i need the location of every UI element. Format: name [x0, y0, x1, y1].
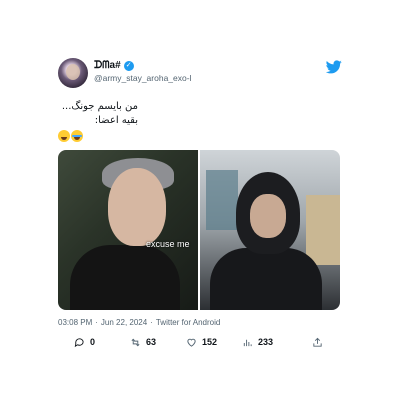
tweet-text: من بایسم جونگ... بقیه اعضا: [58, 100, 138, 128]
reply-icon [74, 337, 84, 347]
reply-count: 0 [90, 337, 96, 347]
tweet-timestamp[interactable]: 03:08 PM · Jun 22, 2024 · Twitter for An… [58, 318, 342, 327]
photo-right-background-shape [206, 170, 238, 230]
photo-right-background-shelf [306, 195, 340, 265]
like-count: 152 [202, 337, 218, 347]
timestamp-separator: · [150, 318, 153, 327]
photo-caption: excuse me [146, 239, 190, 249]
tweet-card: ᗪᗰa# ✓ @army_stay_aroha_exo-l من بایسم ج… [58, 56, 342, 349]
photo-right-figure-body [210, 248, 322, 310]
like-button[interactable]: 152 [186, 337, 242, 348]
share-button[interactable] [312, 337, 323, 348]
grinning-sweat-emoji-icon [58, 130, 70, 142]
emoji-row [58, 130, 342, 144]
share-icon [313, 337, 322, 347]
views-count: 233 [258, 337, 274, 347]
user-handle[interactable]: @army_stay_aroha_exo-l [94, 73, 191, 83]
crying-face-emoji-icon [71, 130, 83, 142]
photo-right[interactable] [200, 150, 340, 310]
tweet-media[interactable]: excuse me [58, 150, 340, 310]
reply-button[interactable]: 0 [74, 337, 116, 348]
photo-left[interactable]: excuse me [58, 150, 198, 310]
timestamp-separator: · [95, 318, 98, 327]
verified-badge-icon: ✓ [123, 60, 134, 71]
display-name-row[interactable]: ᗪᗰa# ✓ [94, 60, 134, 71]
views-button[interactable]: 233 [242, 337, 300, 348]
retweet-button[interactable]: 63 [130, 337, 184, 348]
retweet-icon [131, 338, 140, 346]
tweet-date[interactable]: Jun 22, 2024 [101, 318, 147, 327]
twitter-bird-icon [326, 60, 342, 74]
tweet-client[interactable]: Twitter for Android [156, 318, 220, 327]
tweet-time[interactable]: 03:08 PM [58, 318, 92, 327]
heart-icon [187, 338, 196, 347]
tweet-header: ᗪᗰa# ✓ @army_stay_aroha_exo-l [58, 56, 342, 90]
display-name[interactable]: ᗪᗰa# [94, 60, 121, 71]
tweet-line-1: من بایسم جونگ... [61, 101, 138, 112]
tweet-actions: 0 63 152 233 [58, 335, 342, 349]
avatar[interactable] [58, 58, 88, 88]
views-bar-chart-icon [243, 339, 252, 346]
retweet-count: 63 [146, 337, 157, 347]
tweet-line-2: بقیه اعضا: [94, 115, 138, 126]
photo-right-figure-face [250, 194, 286, 238]
photo-left-figure-head [108, 168, 166, 246]
photo-left-figure-body [70, 245, 180, 310]
